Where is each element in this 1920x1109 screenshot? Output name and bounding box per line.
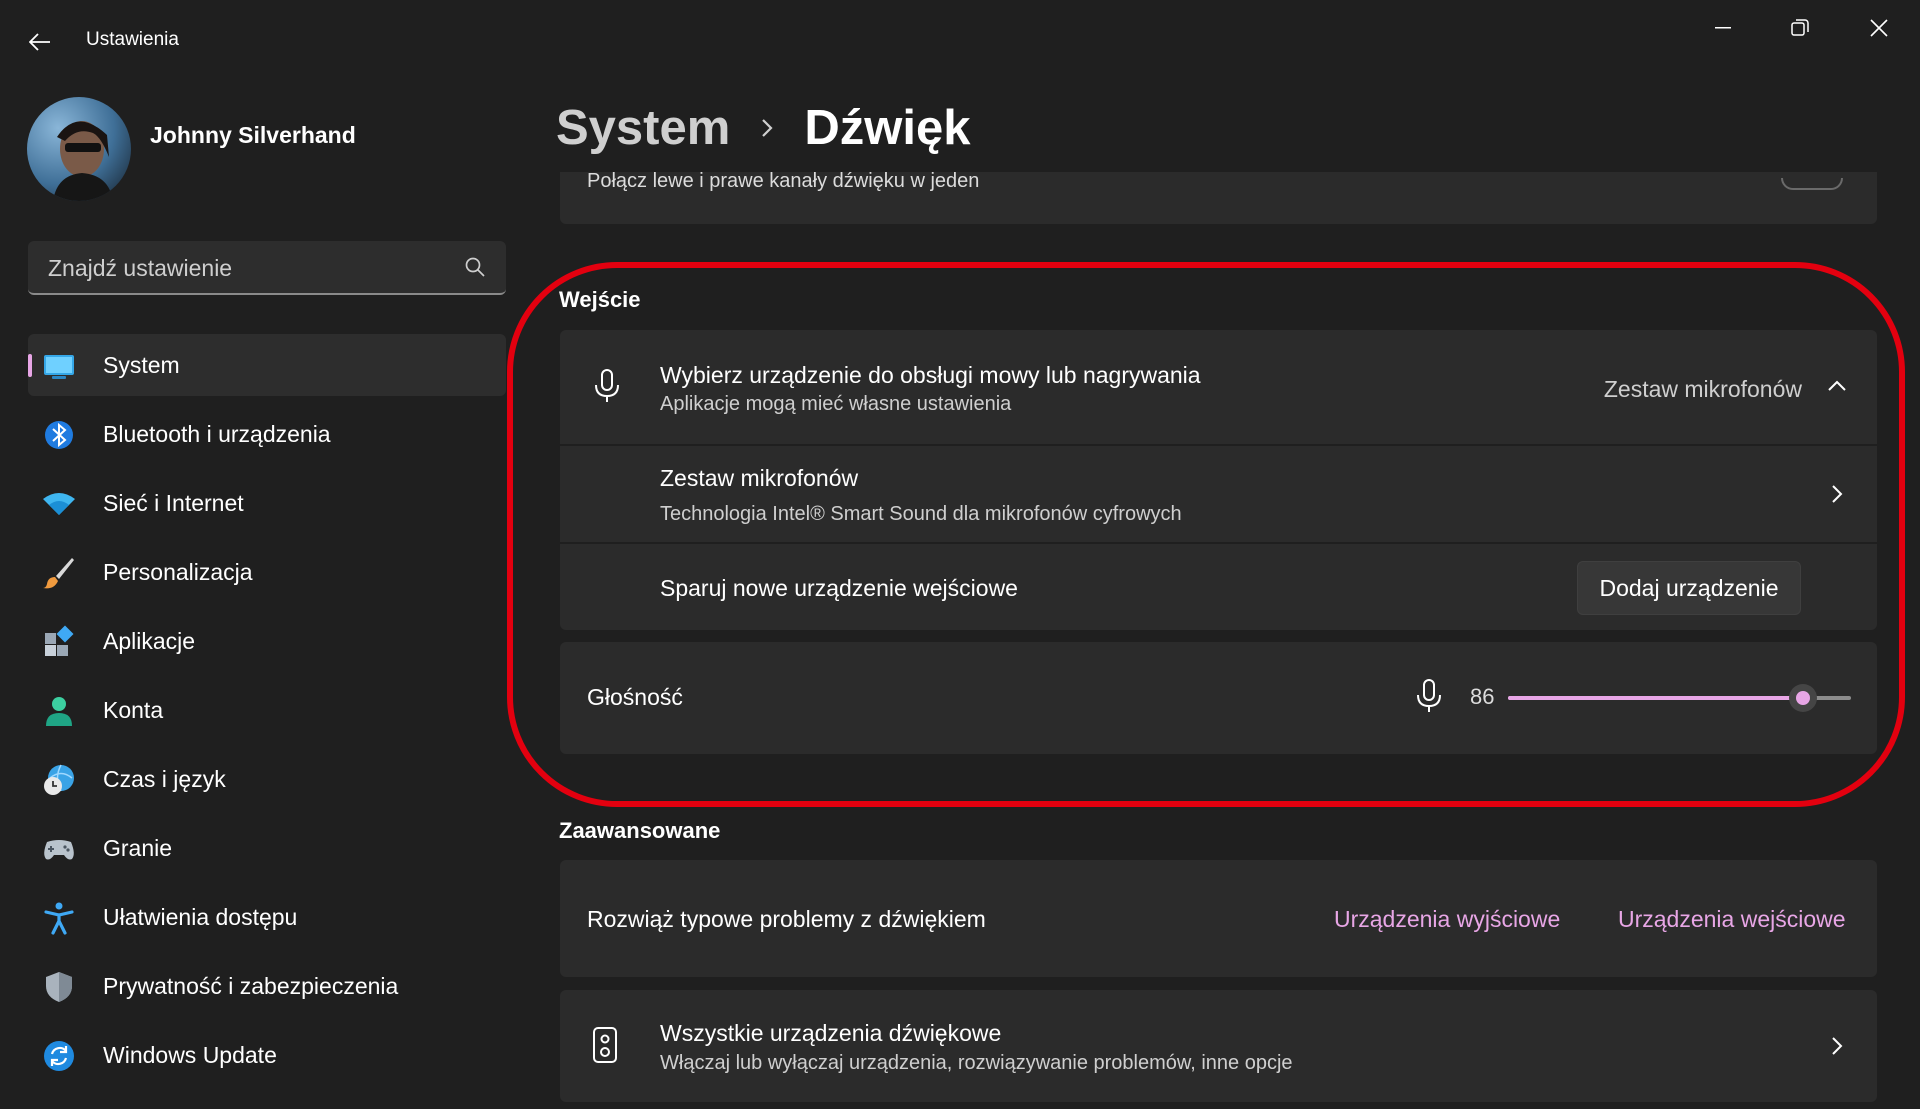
mono-audio-card[interactable]: Połącz lewe i prawe kanały dźwięku w jed… xyxy=(560,170,1877,224)
input-devices-link[interactable]: Urządzenia wejściowe xyxy=(1618,906,1846,933)
sidebar-item-privacy[interactable]: Prywatność i zabezpieczenia xyxy=(28,955,506,1017)
sidebar-item-accessibility[interactable]: Ułatwienia dostępu xyxy=(28,886,506,948)
restore-icon xyxy=(1791,19,1809,36)
sidebar-item-label: Aplikacje xyxy=(103,627,196,654)
active-indicator xyxy=(28,354,32,377)
close-button[interactable] xyxy=(1855,12,1903,44)
sidebar-item-gaming[interactable]: Granie xyxy=(28,817,506,879)
wifi-icon xyxy=(43,493,75,515)
title-bar: Ustawienia xyxy=(0,0,1920,84)
sidebar-item-label: Windows Update xyxy=(103,1041,277,1068)
sidebar-item-label: Prywatność i zabezpieczenia xyxy=(103,972,399,999)
pair-input-device-row: Sparuj nowe urządzenie wejściowe Dodaj u… xyxy=(560,544,1877,630)
user-name: Johnny Silverhand xyxy=(150,122,356,148)
chevron-right-icon xyxy=(762,119,773,137)
troubleshoot-text: Rozwiąż typowe problemy z dźwiękiem xyxy=(587,906,986,932)
choose-device-title: Wybierz urządzenie do obsługi mowy lub n… xyxy=(660,362,1201,388)
gamepad-icon xyxy=(44,840,74,860)
search-icon[interactable] xyxy=(464,256,486,278)
all-devices-subtitle: Włączaj lub wyłączaj urządzenia, rozwiąz… xyxy=(660,1052,1293,1074)
input-device-title: Zestaw mikrofonów xyxy=(660,465,859,491)
troubleshoot-card: Rozwiąż typowe problemy z dźwiękiem Urzą… xyxy=(560,860,1877,977)
add-device-button[interactable]: Dodaj urządzenie xyxy=(1577,561,1801,615)
arrow-left-icon xyxy=(29,33,50,51)
sidebar-item-accounts[interactable]: Konta xyxy=(28,679,506,741)
close-icon xyxy=(1870,19,1888,37)
search-input[interactable] xyxy=(46,241,450,295)
pair-device-title: Sparuj nowe urządzenie wejściowe xyxy=(660,575,1018,601)
sidebar-item-apps[interactable]: Aplikacje xyxy=(28,610,506,672)
account-icon xyxy=(46,697,72,726)
mono-audio-description: Połącz lewe i prawe kanały dźwięku w jed… xyxy=(587,170,980,192)
input-volume-card: Głośność 86 xyxy=(560,642,1877,754)
sidebar-item-time-language[interactable]: Czas i język xyxy=(28,748,506,810)
search-box[interactable] xyxy=(28,241,506,295)
avatar[interactable] xyxy=(27,97,131,201)
sidebar-item-label: Czas i język xyxy=(103,765,226,792)
input-device-row[interactable]: Zestaw mikrofonów Technologia Intel® Sma… xyxy=(560,446,1877,542)
accessibility-icon xyxy=(44,902,74,935)
nav-menu: System Bluetooth i urządzenia Sieć i Int… xyxy=(28,334,506,1093)
input-device-subtitle: Technologia Intel® Smart Sound dla mikro… xyxy=(660,503,1182,525)
volume-slider[interactable] xyxy=(1508,684,1851,712)
volume-value: 86 xyxy=(1470,684,1495,709)
sidebar-item-personalization[interactable]: Personalizacja xyxy=(28,541,506,603)
sidebar-item-label: Bluetooth i urządzenia xyxy=(103,420,331,447)
back-button[interactable] xyxy=(22,24,58,60)
system-icon xyxy=(44,355,74,379)
sidebar-item-windows-update[interactable]: Windows Update xyxy=(28,1024,506,1086)
section-title-input: Wejście xyxy=(559,287,641,312)
sidebar-item-label: Ułatwienia dostępu xyxy=(103,903,298,930)
sidebar-item-system[interactable]: System xyxy=(28,334,506,396)
restore-button[interactable] xyxy=(1776,12,1824,44)
microphone-mute-icon[interactable] xyxy=(1414,678,1444,714)
slider-fill xyxy=(1508,696,1803,700)
sidebar-item-label: System xyxy=(103,351,180,378)
chevron-right-icon xyxy=(1832,485,1843,503)
apps-icon xyxy=(45,625,74,656)
sidebar-item-label: Granie xyxy=(103,834,173,861)
choose-device-subtitle: Aplikacje mogą mieć własne ustawienia xyxy=(660,393,1012,415)
app-title: Ustawienia xyxy=(86,29,179,50)
update-icon xyxy=(44,1041,74,1071)
volume-label: Głośność xyxy=(587,684,683,710)
minimize-button[interactable] xyxy=(1699,12,1747,44)
bluetooth-icon xyxy=(45,421,73,449)
time-language-icon xyxy=(44,764,74,795)
page-title: Dźwięk xyxy=(804,101,971,155)
slider-thumb[interactable] xyxy=(1788,684,1817,712)
sidebar-item-bluetooth[interactable]: Bluetooth i urządzenia xyxy=(28,403,506,465)
chevron-up-icon[interactable] xyxy=(1827,376,1847,396)
all-devices-title: Wszystkie urządzenia dźwiękowe xyxy=(660,1020,1002,1046)
input-settings-group: Wybierz urządzenie do obsługi mowy lub n… xyxy=(560,330,1877,630)
breadcrumb-parent[interactable]: System xyxy=(556,100,730,156)
sidebar-item-label: Sieć i Internet xyxy=(103,489,244,516)
output-devices-link[interactable]: Urządzenia wyjściowe xyxy=(1334,906,1560,933)
chevron-right-icon xyxy=(1832,1037,1843,1055)
section-title-advanced: Zaawansowane xyxy=(559,818,721,843)
breadcrumb: System Dźwięk xyxy=(556,96,970,160)
selected-input-device: Zestaw mikrofonów xyxy=(1603,376,1802,402)
speaker-icon xyxy=(593,1027,617,1063)
all-sound-devices-card[interactable]: Wszystkie urządzenia dźwiękowe Włączaj l… xyxy=(560,990,1877,1102)
avatar-image xyxy=(27,97,131,201)
sidebar-item-label: Personalizacja xyxy=(103,558,253,585)
choose-input-device-row[interactable]: Wybierz urządzenie do obsługi mowy lub n… xyxy=(560,330,1877,444)
shield-icon xyxy=(46,972,72,1002)
mono-audio-toggle[interactable] xyxy=(1781,178,1843,190)
microphone-icon xyxy=(595,369,619,402)
minimize-icon xyxy=(1715,27,1731,29)
sidebar-item-network[interactable]: Sieć i Internet xyxy=(28,472,506,534)
settings-window: Ustawienia Johnny Silverhand Znajdź usta… xyxy=(0,0,1920,1109)
sidebar-item-label: Konta xyxy=(103,696,164,723)
brush-icon xyxy=(43,558,74,589)
